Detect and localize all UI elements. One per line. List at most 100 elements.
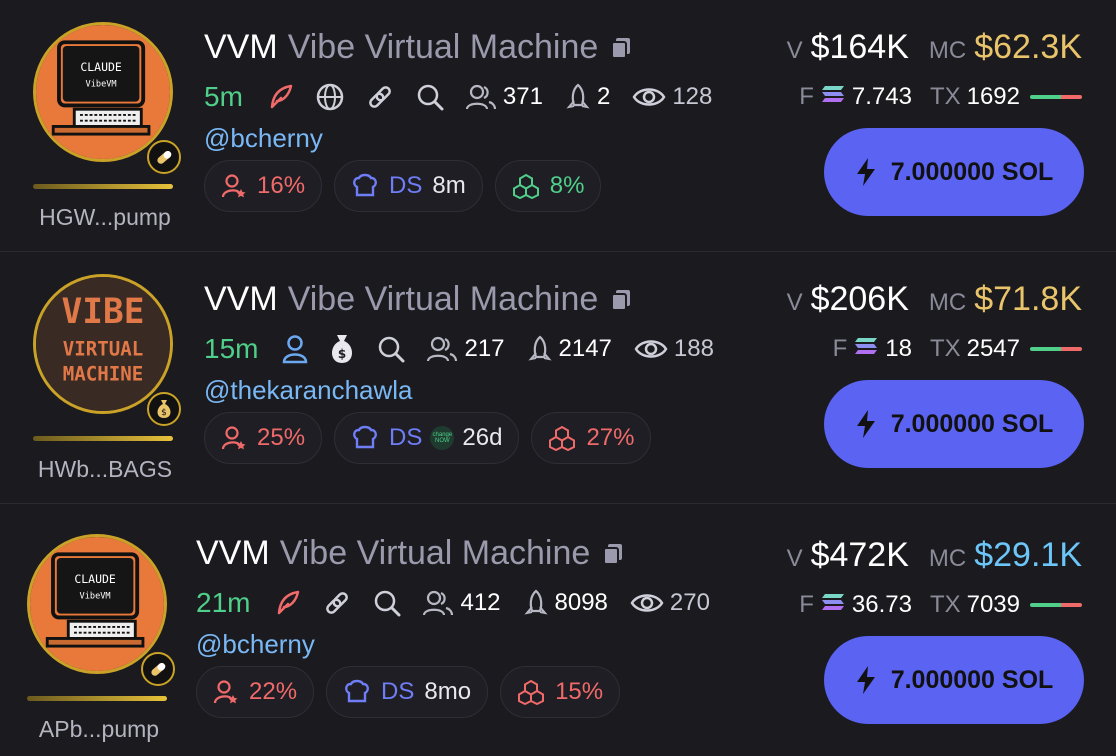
token-ticker: VVM <box>204 280 278 318</box>
creator-handle[interactable]: @thekaranchawla <box>204 375 736 406</box>
bundle-tag[interactable]: 27% <box>531 412 652 464</box>
dev-holding-tag[interactable]: 16% <box>204 160 323 212</box>
token-avatar[interactable]: VIBE VIRTUAL MACHINE <box>33 274 173 414</box>
changenow-logo: change NOW <box>430 426 455 450</box>
mc-label: MC <box>928 289 967 316</box>
user-icon[interactable] <box>282 334 308 364</box>
solana-icon <box>820 83 846 111</box>
token-title: VVM Vibe Virtual Machine <box>204 28 734 67</box>
token-tags: 25% DS change NOW 26d 27% <box>204 412 736 464</box>
svg-text:$: $ <box>338 347 346 361</box>
token-row[interactable]: CLAUDE VibeVM HGW...pump VVM Vibe Virtua… <box>0 0 1116 252</box>
token-meta: 5m 371 2 128 <box>204 81 734 113</box>
feather-icon[interactable] <box>274 589 302 617</box>
quick-buy-button[interactable]: 7.000000 SOL <box>824 128 1084 216</box>
token-row[interactable]: VIBE VIRTUAL MACHINE $ HWb...BAGS VVM Vi… <box>0 252 1116 504</box>
token-meta: 21m 412 8098 270 <box>196 587 716 619</box>
ds-time: 8mo <box>424 678 472 705</box>
holders-count: 412 <box>460 589 501 616</box>
token-ticker: VVM <box>204 28 278 66</box>
volume-value: $164K <box>810 28 909 66</box>
pill-icon <box>141 652 175 686</box>
pill-icon <box>147 140 181 174</box>
svg-text:$: $ <box>161 408 167 418</box>
market-cap-value: $62.3K <box>974 28 1082 66</box>
holders-count: 217 <box>464 335 505 362</box>
copy-icon[interactable] <box>610 36 632 60</box>
solana-icon <box>853 335 879 363</box>
token-avatar[interactable]: CLAUDE VibeVM <box>33 22 173 162</box>
search-icon[interactable] <box>372 588 402 618</box>
money-bag-icon: $ <box>147 392 181 426</box>
bundle-pct: 8% <box>549 172 585 199</box>
avatar-line1: CLAUDE <box>74 572 116 586</box>
token-row[interactable]: CLAUDE VibeVM APb...pump VVM Vibe Virtua… <box>0 504 1116 756</box>
lightning-icon <box>856 410 875 438</box>
creator-handle[interactable]: @bcherny <box>204 123 734 154</box>
fees-value: 36.73 <box>851 591 912 618</box>
tx-count: 1692 <box>966 83 1020 110</box>
token-meta: 15m $ 217 2147 188 <box>204 333 736 365</box>
link-icon[interactable] <box>365 82 395 112</box>
token-address[interactable]: HWb...BAGS <box>30 456 180 483</box>
bundle-pct: 15% <box>555 678 604 705</box>
views-stat: 128 <box>632 83 712 111</box>
volume-mc: V $206K MC $71.8K <box>787 280 1082 319</box>
creator-handle[interactable]: @bcherny <box>196 629 716 660</box>
search-icon[interactable] <box>415 82 445 112</box>
volume-value: $206K <box>810 280 909 318</box>
copy-icon[interactable] <box>602 542 624 566</box>
bundle-tag[interactable]: 8% <box>494 160 602 212</box>
solana-icon <box>820 591 846 619</box>
ds-label: DS <box>389 172 423 199</box>
dev-holding-tag[interactable]: 22% <box>196 666 315 718</box>
globe-icon[interactable] <box>315 82 345 112</box>
token-address[interactable]: APb...pump <box>24 716 174 743</box>
copy-icon[interactable] <box>610 288 632 312</box>
avatar-line2: VIRTUAL <box>63 337 144 360</box>
fees-label: F <box>832 335 848 362</box>
dex-paid-tag[interactable]: DS 8mo <box>326 666 489 718</box>
link-icon[interactable] <box>322 588 352 618</box>
search-icon[interactable] <box>376 334 406 364</box>
token-main: VVM Vibe Virtual Machine 5m 371 2 128 @b… <box>204 28 734 212</box>
quick-buy-button[interactable]: 7.000000 SOL <box>824 380 1084 468</box>
ds-time: 8m <box>432 172 466 199</box>
token-age: 5m <box>204 81 243 112</box>
dex-paid-tag[interactable]: DS 8m <box>334 160 483 212</box>
dex-paid-tag[interactable]: DS change NOW 26d <box>334 412 520 464</box>
launches-count: 2147 <box>558 335 612 362</box>
launches-stat: 2 <box>565 83 610 111</box>
buy-label: 7.000000 SOL <box>890 665 1054 694</box>
tx-label: TX <box>929 83 961 110</box>
holders-stat: 371 <box>465 83 543 111</box>
bundle-pct: 27% <box>586 424 635 451</box>
token-market: V $206K MC $71.8K F 18 TX 2547 <box>787 280 1082 363</box>
token-address[interactable]: HGW...pump <box>30 204 180 231</box>
fees-label: F <box>799 83 814 110</box>
views-count: 128 <box>672 83 713 110</box>
fees-tx: F 7.743 TX 1692 <box>787 83 1082 111</box>
volume-mc: V $164K MC $62.3K <box>787 28 1082 67</box>
token-avatar-block[interactable]: CLAUDE VibeVM HGW...pump <box>30 22 181 230</box>
token-avatar-block[interactable]: CLAUDE VibeVM APb...pump <box>24 534 175 742</box>
dev-holding-tag[interactable]: 25% <box>204 412 323 464</box>
token-name: Vibe Virtual Machine <box>279 534 591 572</box>
ds-time: 26d <box>462 424 503 451</box>
token-avatar[interactable]: CLAUDE VibeVM <box>27 534 167 674</box>
bundle-tag[interactable]: 15% <box>500 666 621 718</box>
money-bag-icon[interactable]: $ <box>328 333 356 365</box>
quick-buy-button[interactable]: 7.000000 SOL <box>824 636 1084 724</box>
tx-label: TX <box>929 591 961 618</box>
volume-label: V <box>786 37 803 64</box>
feather-icon[interactable] <box>267 83 295 111</box>
buy-sell-ratio-bar <box>1030 347 1082 351</box>
fees-label: F <box>799 591 814 618</box>
views-count: 188 <box>673 335 714 362</box>
tx-label: TX <box>929 335 961 362</box>
token-avatar-block[interactable]: VIBE VIRTUAL MACHINE $ HWb...BAGS <box>30 274 181 482</box>
tx-count: 7039 <box>966 591 1020 618</box>
token-title: VVM Vibe Virtual Machine <box>196 534 716 573</box>
holders-stat: 412 <box>422 589 501 617</box>
buy-label: 7.000000 SOL <box>890 409 1054 438</box>
